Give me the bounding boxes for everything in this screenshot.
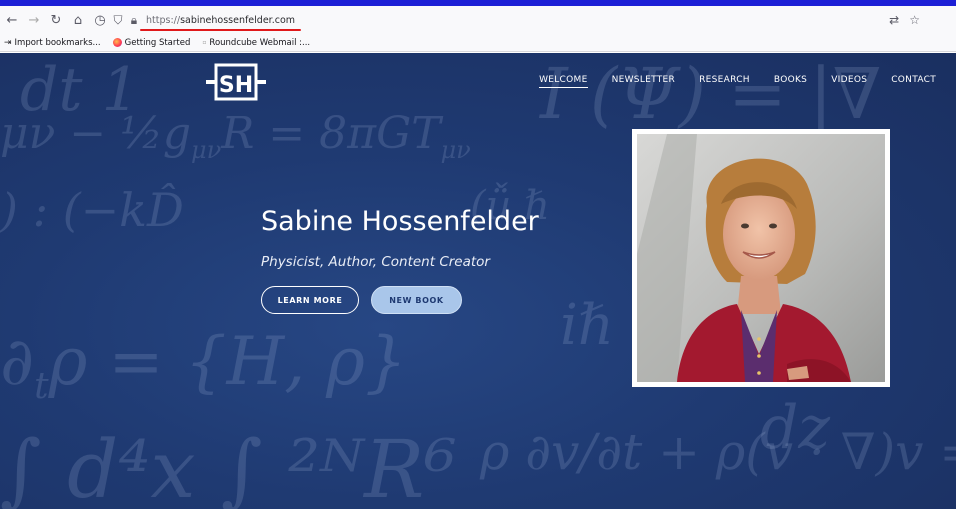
hero-subtitle: Physicist, Author, Content Creator — [261, 254, 490, 270]
hero-title: Sabine Hossenfelder — [261, 206, 539, 237]
firefox-icon — [112, 38, 122, 47]
portrait-photo — [632, 129, 890, 387]
logo-text: SH — [219, 73, 253, 98]
bg-equation: ∫ d⁴x ∫ ²ᴺR⁶ — [0, 423, 457, 509]
url-bar[interactable]: ⛉ 🔒︎ https://sabinehossenfelder.com ⇄ ☆ — [110, 10, 928, 31]
url-underline-annotation — [140, 28, 302, 31]
url-host: sabinehossenfelder.com — [180, 14, 296, 26]
bookmark-label: Getting Started — [124, 37, 191, 48]
browser-toolbar: ← → ↻ ⌂ ◷ ⛉ 🔒︎ https://sabinehossenfelde… — [0, 6, 956, 34]
learn-more-button[interactable]: LEARN MORE — [261, 286, 359, 314]
bookmark-roundcube[interactable]: ▫ Roundcube Webmail :... — [202, 38, 310, 48]
nav-books[interactable]: BOOKS — [774, 75, 807, 88]
nav-research[interactable]: RESEARCH — [699, 75, 750, 88]
translate-icon[interactable]: ⇄ — [889, 13, 899, 27]
bg-equation: dz — [760, 393, 831, 463]
bg-equation: μν − ½gμνR = 8πGTμν — [0, 108, 471, 164]
nav-newsletter[interactable]: NEWSLETTER — [612, 75, 676, 88]
site-logo[interactable]: SH — [204, 61, 268, 103]
url-scheme: https:// — [146, 14, 181, 26]
lock-icon[interactable]: 🔒︎ — [126, 12, 142, 28]
url-text[interactable]: https://sabinehossenfelder.com — [140, 14, 302, 31]
home-icon[interactable]: ⌂ — [68, 10, 88, 30]
nav-welcome[interactable]: WELCOME — [539, 75, 588, 88]
bg-equation: ) : (−kD̂ — [0, 183, 184, 237]
history-icon[interactable]: ◷ — [90, 10, 110, 30]
bookmark-label: Import bookmarks... — [14, 37, 101, 48]
bookmark-label: Roundcube Webmail :... — [209, 37, 311, 48]
back-icon[interactable]: ← — [2, 10, 22, 30]
bookmark-star-icon[interactable]: ☆ — [909, 13, 920, 27]
roundcube-icon: ▫ — [202, 39, 207, 46]
shield-icon[interactable]: ⛉ — [110, 12, 126, 28]
nav-contact[interactable]: CONTACT — [891, 75, 936, 88]
bg-equation: iℏ — [560, 293, 614, 358]
bookmarks-toolbar: ⇥ Import bookmarks... Getting Started ▫ … — [0, 34, 956, 52]
reload-icon[interactable]: ↻ — [46, 10, 66, 30]
nav-videos[interactable]: VIDEOS — [831, 75, 867, 88]
bg-equation: ρ ∂v/∂t + ρ(v · ∇)v = −∇P — [480, 423, 956, 481]
bg-equation: I (Ψ) = |∇ — [540, 53, 882, 135]
site-nav: WELCOME NEWSLETTER RESEARCH BOOKS VIDEOS… — [539, 75, 936, 88]
forward-icon[interactable]: → — [24, 10, 44, 30]
bg-equation: ∂tρ = {H, ρ} — [0, 323, 407, 408]
bookmark-getting-started[interactable]: Getting Started — [112, 37, 191, 48]
import-icon: ⇥ — [4, 37, 12, 48]
new-book-button[interactable]: NEW BOOK — [371, 286, 462, 314]
bookmark-import[interactable]: ⇥ Import bookmarks... — [4, 38, 101, 48]
hero-section: dt 1 μν − ½gμνR = 8πGTμν ) : (−kD̂ (ǚ ℏ … — [0, 53, 956, 509]
